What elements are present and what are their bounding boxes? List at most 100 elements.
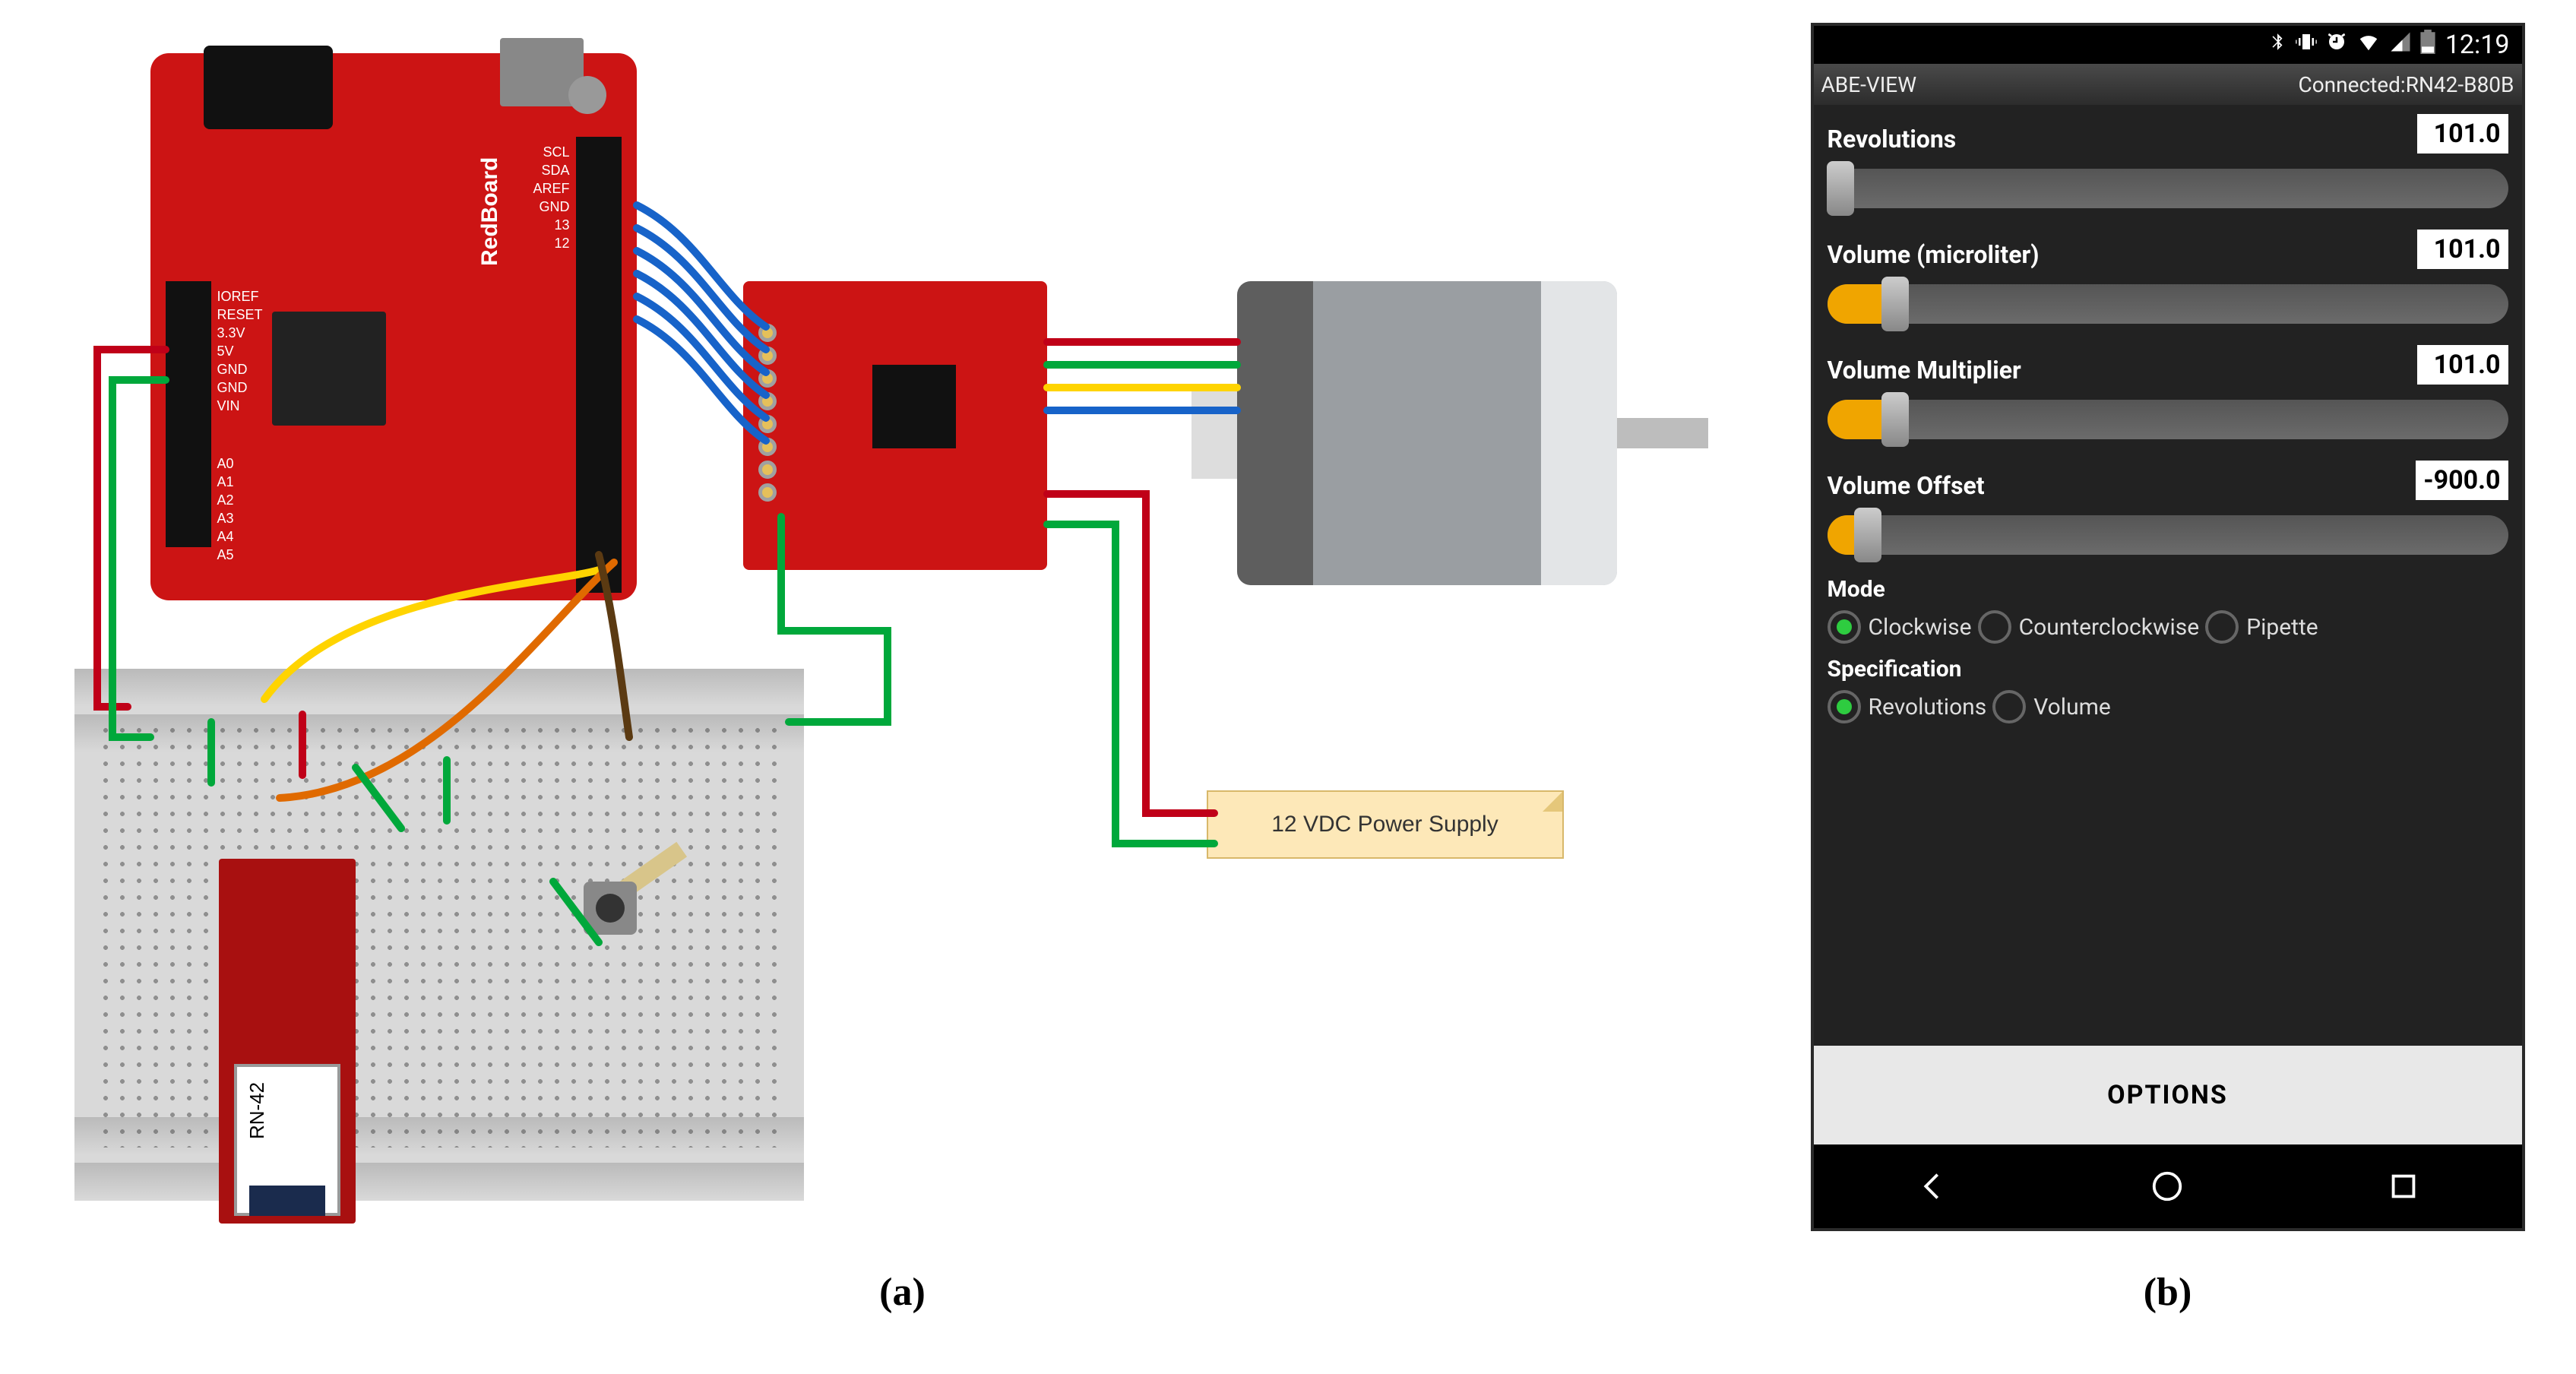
reset-button-icon (568, 76, 606, 114)
options-label: OPTIONS (2107, 1080, 2228, 1110)
redboard-label: RedBoard (477, 157, 503, 266)
radio-dot-icon (2205, 610, 2239, 644)
slider-track[interactable] (1828, 515, 2508, 555)
slider-value[interactable]: -900.0 (2416, 461, 2508, 500)
pin-gnd-r: GND (540, 199, 570, 215)
pushbutton-icon (584, 882, 637, 935)
pin-vin: VIN (217, 398, 240, 414)
pin-a2: A2 (217, 492, 234, 508)
nav-back-icon[interactable] (1914, 1169, 1949, 1204)
right-pin-header (576, 137, 622, 593)
slider-label: Volume Multiplier (1828, 356, 2021, 385)
slider-volume-microliter-: Volume (microliter) 101.0 (1828, 230, 2508, 324)
radio-label: Counterclockwise (2019, 614, 2200, 641)
radio-dot-icon (1992, 690, 2026, 723)
app-header: ABE-VIEW Connected:RN42-B80B (1814, 64, 2522, 105)
slider-thumb[interactable] (1881, 392, 1909, 447)
status-bar: 12:19 (1814, 26, 2522, 64)
mcu-chip-icon (272, 312, 386, 426)
pin-3v3: 3.3V (217, 325, 245, 341)
driver-pin-column (758, 319, 777, 506)
barrel-jack-icon (204, 46, 333, 129)
slider-value[interactable]: 101.0 (2417, 230, 2508, 269)
pin-a1: A1 (217, 474, 234, 490)
radio-label: Pipette (2246, 614, 2318, 641)
vibrate-icon (2295, 30, 2318, 59)
radio-specification: Specification Revolutions Volume (1828, 656, 2508, 723)
status-time: 12:19 (2445, 30, 2510, 60)
wifi-icon (2356, 30, 2381, 59)
pin-d13: 13 (554, 217, 569, 233)
phone-figure: 12:19 ABE-VIEW Connected:RN42-B80B Revol… (1811, 23, 2525, 1315)
stepper-motor (1237, 236, 1708, 616)
left-pin-header (166, 281, 211, 547)
nav-home-icon[interactable] (2150, 1169, 2185, 1204)
caption-a: (a) (52, 1270, 1754, 1315)
slider-value[interactable]: 101.0 (2417, 114, 2508, 154)
pin-a3: A3 (217, 511, 234, 527)
caption-b: (b) (1811, 1270, 2525, 1315)
slider-volume-offset: Volume Offset -900.0 (1828, 461, 2508, 555)
android-nav-bar (1814, 1144, 2522, 1228)
slider-thumb[interactable] (1854, 508, 1881, 562)
radio-dot-icon (1828, 690, 1861, 723)
app-name: ABE-VIEW (1821, 72, 1917, 97)
pin-a0: A0 (217, 456, 234, 472)
slider-value[interactable]: 101.0 (2417, 345, 2508, 385)
slider-track[interactable] (1828, 169, 2508, 208)
radio-counterclockwise[interactable]: Counterclockwise (1978, 610, 2200, 644)
radio-dot-icon (1828, 610, 1861, 644)
pin-reset: RESET (217, 307, 263, 323)
radio-label: Volume (2033, 694, 2111, 720)
pin-5v: 5V (217, 344, 234, 359)
radio-mode: Mode Clockwise Counterclockwise Pipette (1828, 576, 2508, 644)
slider-label: Volume Offset (1828, 471, 1985, 500)
radio-pipette[interactable]: Pipette (2205, 610, 2318, 644)
pin-d12: 12 (554, 236, 569, 252)
bt-module-label: RN-42 (245, 1082, 269, 1139)
slider-track[interactable] (1828, 400, 2508, 439)
pin-gnd-l: GND (217, 362, 248, 378)
driver-chip-icon (872, 365, 956, 448)
radio-title: Specification (1828, 656, 2508, 682)
slider-volume-multiplier: Volume Multiplier 101.0 (1828, 345, 2508, 439)
circuit-figure: RedBoard SCL SDA AREF GND 13 12 IOREF RE… (52, 23, 1754, 1315)
redboard-arduino: RedBoard SCL SDA AREF GND 13 12 IOREF RE… (150, 53, 637, 600)
power-supply-text: 12 VDC Power Supply (1271, 812, 1498, 837)
circuit-diagram: RedBoard SCL SDA AREF GND 13 12 IOREF RE… (52, 23, 1754, 1239)
radio-volume[interactable]: Volume (1992, 690, 2111, 723)
pin-scl: SCL (543, 144, 569, 160)
slider-label: Volume (microliter) (1828, 240, 2040, 269)
radio-label: Clockwise (1869, 614, 1972, 641)
pin-sda: SDA (541, 163, 569, 179)
stepper-driver-board (743, 281, 1047, 570)
nav-recent-icon[interactable] (2386, 1169, 2421, 1204)
bluetooth-icon (2267, 29, 2287, 61)
radio-title: Mode (1828, 576, 2508, 603)
breadboard (74, 669, 804, 1201)
pin-ioref: IOREF (217, 289, 259, 305)
pin-a5: A5 (217, 547, 234, 563)
radio-dot-icon (1978, 610, 2011, 644)
slider-track[interactable] (1828, 284, 2508, 324)
pin-gnd-l2: GND (217, 380, 248, 396)
radio-label: Revolutions (1869, 694, 1987, 720)
bluetooth-module: RN-42 (219, 859, 356, 1224)
signal-icon (2389, 30, 2412, 59)
pin-aref: AREF (533, 181, 569, 197)
slider-revolutions: Revolutions 101.0 (1828, 114, 2508, 208)
radio-clockwise[interactable]: Clockwise (1828, 610, 1972, 644)
slider-thumb[interactable] (1827, 161, 1854, 216)
app-body: Revolutions 101.0 Volume (microliter) 10… (1814, 105, 2522, 1046)
slider-label: Revolutions (1828, 125, 1957, 154)
pin-a4: A4 (217, 529, 234, 545)
alarm-icon (2325, 30, 2348, 59)
connection-status: Connected:RN42-B80B (2298, 72, 2514, 97)
motor-shaft-icon (1617, 418, 1708, 448)
phone-frame: 12:19 ABE-VIEW Connected:RN42-B80B Revol… (1811, 23, 2525, 1231)
radio-revolutions[interactable]: Revolutions (1828, 690, 1987, 723)
power-supply-label: 12 VDC Power Supply (1207, 790, 1564, 859)
slider-thumb[interactable] (1881, 277, 1909, 331)
battery-icon (2419, 30, 2436, 60)
options-button[interactable]: OPTIONS (1814, 1046, 2522, 1144)
